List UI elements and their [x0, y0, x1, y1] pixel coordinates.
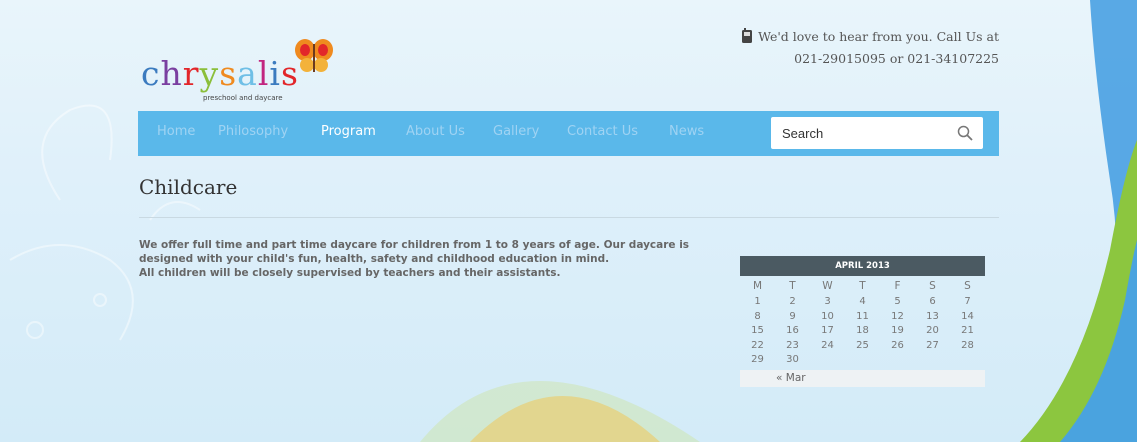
logo-letter: s — [280, 54, 299, 93]
calendar-day[interactable]: 8 — [740, 310, 775, 325]
logo-letter: y — [199, 54, 220, 93]
calendar-widget: APRIL 2013 M T W T F S S 1 2 3 4 5 6 7 8 9 10 11 12… — [740, 256, 985, 387]
calendar-day[interactable]: 17 — [810, 324, 845, 339]
weekday-header: S — [929, 279, 936, 292]
calendar-day[interactable]: 30 — [775, 353, 810, 368]
logo-letter: h — [160, 54, 183, 93]
calendar-week-row: 22 23 24 25 26 27 28 — [740, 339, 985, 354]
calendar-day[interactable]: 24 — [810, 339, 845, 354]
nav-program[interactable]: Program — [321, 124, 376, 139]
nav-gallery[interactable]: Gallery — [493, 124, 539, 139]
page-title: Childcare — [139, 175, 238, 199]
nav-about-us[interactable]: About Us — [406, 124, 465, 139]
calendar-day[interactable]: 11 — [845, 310, 880, 325]
calendar-day[interactable]: 22 — [740, 339, 775, 354]
calendar-prev-month-link[interactable]: « Mar — [740, 369, 985, 387]
calendar-week-row: 29 30 — [740, 353, 985, 368]
calendar-day[interactable]: 1 — [740, 295, 775, 310]
search-icon[interactable] — [957, 125, 973, 141]
calendar-day[interactable]: 29 — [740, 353, 775, 368]
weekday-header: W — [822, 279, 833, 292]
calendar-day[interactable]: 21 — [950, 324, 985, 339]
weekday-header: F — [894, 279, 901, 292]
search-input[interactable] — [771, 117, 962, 149]
calendar-caption: APRIL 2013 — [740, 256, 985, 276]
calendar-day[interactable]: 3 — [810, 295, 845, 310]
logo[interactable]: chrysalis preschool and daycare — [141, 38, 351, 110]
calendar-body: 1 2 3 4 5 6 7 8 9 10 11 12 13 14 15 16 17 18 19 20 21 22 23 24 2… — [740, 295, 985, 368]
nav-philosophy[interactable]: Philosophy — [218, 124, 288, 139]
calendar-day[interactable]: 23 — [775, 339, 810, 354]
calendar-day — [810, 353, 845, 368]
calendar-day — [845, 353, 880, 368]
calendar-day[interactable]: 2 — [775, 295, 810, 310]
logo-letter: i — [269, 54, 281, 93]
calendar-day[interactable]: 26 — [880, 339, 915, 354]
logo-letter: c — [141, 54, 161, 93]
calendar-day[interactable]: 25 — [845, 339, 880, 354]
nav-news[interactable]: News — [669, 124, 704, 139]
content-line-1: We offer full time and part time daycare… — [139, 239, 690, 251]
calendar-day[interactable]: 12 — [880, 310, 915, 325]
calendar-week-row: 8 9 10 11 12 13 14 — [740, 310, 985, 325]
weekday-header: T — [789, 279, 796, 292]
divider — [139, 217, 999, 218]
calendar-day[interactable]: 7 — [950, 295, 985, 310]
calendar-day — [950, 353, 985, 368]
calendar-day[interactable]: 20 — [915, 324, 950, 339]
calendar-day[interactable]: 18 — [845, 324, 880, 339]
calendar-day — [915, 353, 950, 368]
logo-tagline: preschool and daycare — [203, 94, 283, 102]
logo-wordmark: chrysalis — [141, 54, 299, 93]
logo-letter: a — [237, 54, 258, 93]
content-line-3: All children will be closely supervised … — [139, 267, 561, 279]
phone-icon — [742, 28, 753, 43]
calendar-day[interactable]: 27 — [915, 339, 950, 354]
calendar-table: M T W T F S S 1 2 3 4 5 6 7 8 9 10 11 12 13 14 15 16 17 1… — [740, 276, 985, 368]
contact-info: We'd love to hear from you. Call Us at 0… — [742, 26, 999, 70]
weekday-header: T — [859, 279, 866, 292]
calendar-week-row: 1234567 — [740, 295, 985, 310]
logo-letter: s — [219, 54, 238, 93]
calendar-day[interactable]: 28 — [950, 339, 985, 354]
calendar-day[interactable]: 16 — [775, 324, 810, 339]
calendar-day[interactable]: 9 — [775, 310, 810, 325]
weekday-header: M — [752, 279, 763, 292]
logo-letter: l — [257, 54, 270, 93]
weekday-header: S — [964, 279, 971, 292]
contact-line-1: We'd love to hear from you. Call Us at — [742, 26, 999, 48]
content-line-2: designed with your child's fun, health, … — [139, 253, 610, 265]
page-content: We offer full time and part time daycare… — [139, 238, 759, 280]
calendar-day — [880, 353, 915, 368]
calendar-day[interactable]: 15 — [740, 324, 775, 339]
search-box — [771, 117, 983, 149]
calendar-day[interactable]: 19 — [880, 324, 915, 339]
calendar-day[interactable]: 13 — [915, 310, 950, 325]
calendar-day[interactable]: 10 — [810, 310, 845, 325]
logo-letter: r — [182, 54, 200, 93]
calendar-day[interactable]: 14 — [950, 310, 985, 325]
calendar-day[interactable]: 5 — [880, 295, 915, 310]
contact-phones: 021-29015095 or 021-34107225 — [794, 51, 999, 66]
calendar-day[interactable]: 6 — [915, 295, 950, 310]
calendar-day[interactable]: 4 — [845, 295, 880, 310]
butterfly-icon — [295, 39, 333, 72]
nav-home[interactable]: Home — [157, 124, 195, 139]
nav-contact-us[interactable]: Contact Us — [567, 124, 638, 139]
contact-text: We'd love to hear from you. Call Us at — [758, 29, 999, 44]
calendar-week-row: 15 16 17 18 19 20 21 — [740, 324, 985, 339]
